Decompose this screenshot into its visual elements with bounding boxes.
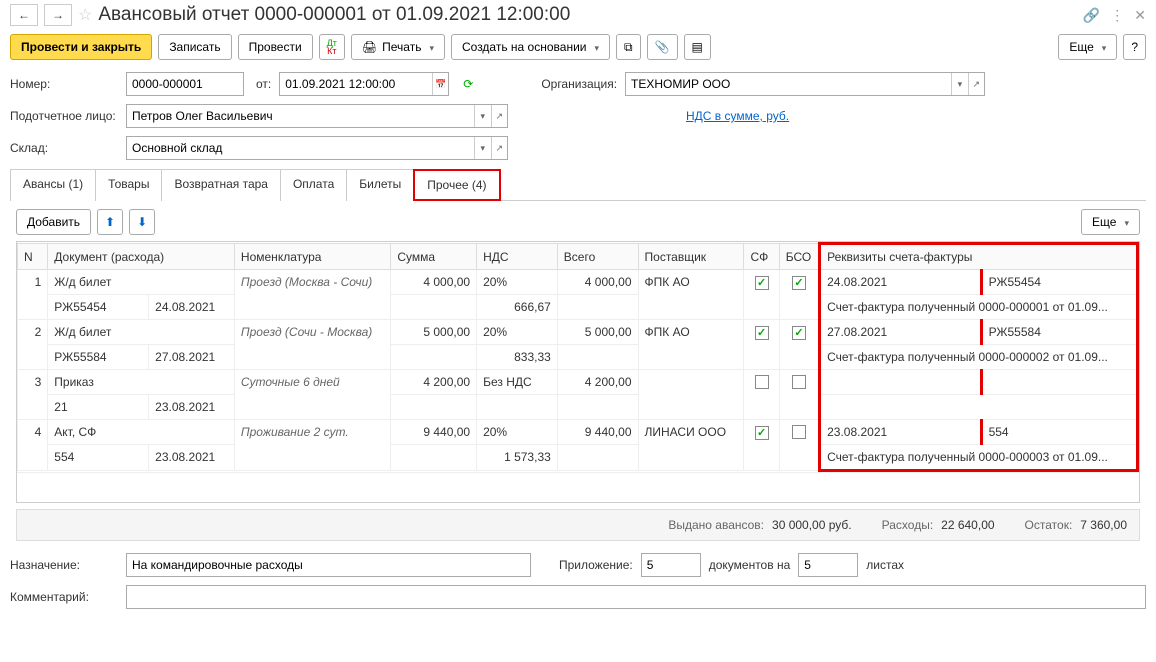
tab-advances[interactable]: Авансы (1): [10, 169, 96, 201]
col-doc[interactable]: Документ (расхода): [48, 244, 235, 270]
dropdown-icon[interactable]: ▾: [474, 137, 490, 159]
checkbox[interactable]: ✓: [755, 326, 769, 340]
post-button[interactable]: Провести: [238, 34, 313, 60]
tab-returns[interactable]: Возвратная тара: [161, 169, 281, 201]
nav-forward[interactable]: →: [44, 4, 72, 26]
more-button[interactable]: Еще: [1058, 34, 1117, 60]
expenses-label: Расходы:: [882, 518, 934, 532]
person-input[interactable]: [127, 105, 474, 127]
table-more-button[interactable]: Еще: [1081, 209, 1140, 235]
checkbox[interactable]: ✓: [755, 426, 769, 440]
number-label: Номер:: [10, 77, 118, 91]
copy-button[interactable]: ⧉: [616, 34, 641, 60]
favorite-star-icon[interactable]: ☆: [78, 5, 92, 25]
open-icon[interactable]: ↗: [968, 73, 984, 95]
purpose-input[interactable]: [127, 554, 530, 576]
advances-value: 30 000,00: [772, 518, 825, 532]
open-icon[interactable]: ↗: [491, 105, 507, 127]
tab-payment[interactable]: Оплата: [280, 169, 347, 201]
link-icon[interactable]: 🔗: [1083, 7, 1100, 24]
checkbox[interactable]: [792, 425, 806, 439]
table-row[interactable]: РЖ5558427.08.2021 833,33 Счет-фактура по…: [18, 345, 1138, 370]
attach-docs-input[interactable]: [642, 554, 700, 576]
table-row[interactable]: 2 Ж/д билет Проезд (Сочи - Москва) 5 000…: [18, 320, 1138, 345]
calendar-icon[interactable]: 📅: [432, 73, 448, 95]
tab-other[interactable]: Прочее (4): [413, 169, 500, 201]
col-nomen[interactable]: Номенклатура: [234, 244, 390, 270]
col-n[interactable]: N: [18, 244, 48, 270]
person-label: Подотчетное лицо:: [10, 109, 118, 123]
menu-dots-icon[interactable]: ⋮: [1110, 7, 1124, 24]
add-row-button[interactable]: Добавить: [16, 209, 91, 235]
open-icon[interactable]: ↗: [491, 137, 507, 159]
org-input[interactable]: [626, 73, 951, 95]
close-icon[interactable]: ✕: [1134, 7, 1146, 24]
col-sum[interactable]: Сумма: [391, 244, 477, 270]
save-button[interactable]: Записать: [158, 34, 231, 60]
move-up-button[interactable]: ⬆: [97, 209, 123, 235]
warehouse-input[interactable]: [127, 137, 474, 159]
warehouse-label: Склад:: [10, 141, 118, 155]
post-and-close-button[interactable]: Провести и закрыть: [10, 34, 152, 60]
table-row[interactable]: 2123.08.2021: [18, 395, 1138, 420]
table-row[interactable]: 1 Ж/д билет Проезд (Москва - Сочи) 4 000…: [18, 270, 1138, 295]
purpose-label: Назначение:: [10, 558, 118, 572]
col-supplier[interactable]: Поставщик: [638, 244, 744, 270]
checkbox[interactable]: ✓: [792, 276, 806, 290]
dtkt-button[interactable]: ДтКт: [319, 34, 345, 60]
table-row[interactable]: РЖ5545424.08.2021 666,67 Счет-фактура по…: [18, 295, 1138, 320]
tab-goods[interactable]: Товары: [95, 169, 162, 201]
col-vat[interactable]: НДС: [477, 244, 558, 270]
tab-tickets[interactable]: Билеты: [346, 169, 414, 201]
comment-label: Комментарий:: [10, 590, 118, 604]
org-label: Организация:: [541, 77, 617, 91]
help-button[interactable]: ?: [1123, 34, 1146, 60]
checkbox[interactable]: ✓: [755, 276, 769, 290]
expenses-value: 22 640,00: [941, 518, 994, 532]
list-button[interactable]: ▤: [684, 34, 711, 60]
col-sf[interactable]: СФ: [744, 244, 779, 270]
col-bso[interactable]: БСО: [779, 244, 819, 270]
printer-icon: 🖨: [362, 40, 377, 54]
attach-button[interactable]: 📎: [647, 34, 678, 60]
date-input[interactable]: [280, 73, 432, 95]
refresh-icon[interactable]: ⟳: [463, 77, 473, 91]
print-button[interactable]: 🖨Печать: [351, 34, 445, 60]
nav-back[interactable]: ←: [10, 4, 38, 26]
table-row[interactable]: 4 Акт, СФ Проживание 2 сут. 9 440,00 20%…: [18, 420, 1138, 445]
checkbox[interactable]: [792, 375, 806, 389]
dropdown-icon[interactable]: ▾: [474, 105, 490, 127]
table-row[interactable]: 55423.08.2021 1 573,33 Счет-фактура полу…: [18, 445, 1138, 471]
attach-label: Приложение:: [559, 558, 633, 572]
balance-value: 7 360,00: [1080, 518, 1127, 532]
balance-label: Остаток:: [1025, 518, 1073, 532]
attach-sheets-input[interactable]: [799, 554, 857, 576]
vat-link[interactable]: НДС в сумме, руб.: [686, 109, 789, 123]
checkbox[interactable]: ✓: [792, 326, 806, 340]
advances-label: Выдано авансов:: [668, 518, 764, 532]
col-invoice[interactable]: Реквизиты счета-фактуры: [820, 244, 1138, 270]
table-row[interactable]: 3 Приказ Суточные 6 дней 4 200,00 Без НД…: [18, 370, 1138, 395]
checkbox[interactable]: [755, 375, 769, 389]
col-total[interactable]: Всего: [557, 244, 638, 270]
expenses-table[interactable]: N Документ (расхода) Номенклатура Сумма …: [17, 242, 1139, 472]
comment-input[interactable]: [127, 586, 1145, 608]
number-input[interactable]: [127, 73, 243, 95]
window-title: Авансовый отчет 0000-000001 от 01.09.202…: [98, 4, 570, 26]
create-based-button[interactable]: Создать на основании: [451, 34, 610, 60]
date-label: от:: [256, 77, 271, 91]
dropdown-icon[interactable]: ▾: [951, 73, 967, 95]
move-down-button[interactable]: ⬇: [129, 209, 155, 235]
